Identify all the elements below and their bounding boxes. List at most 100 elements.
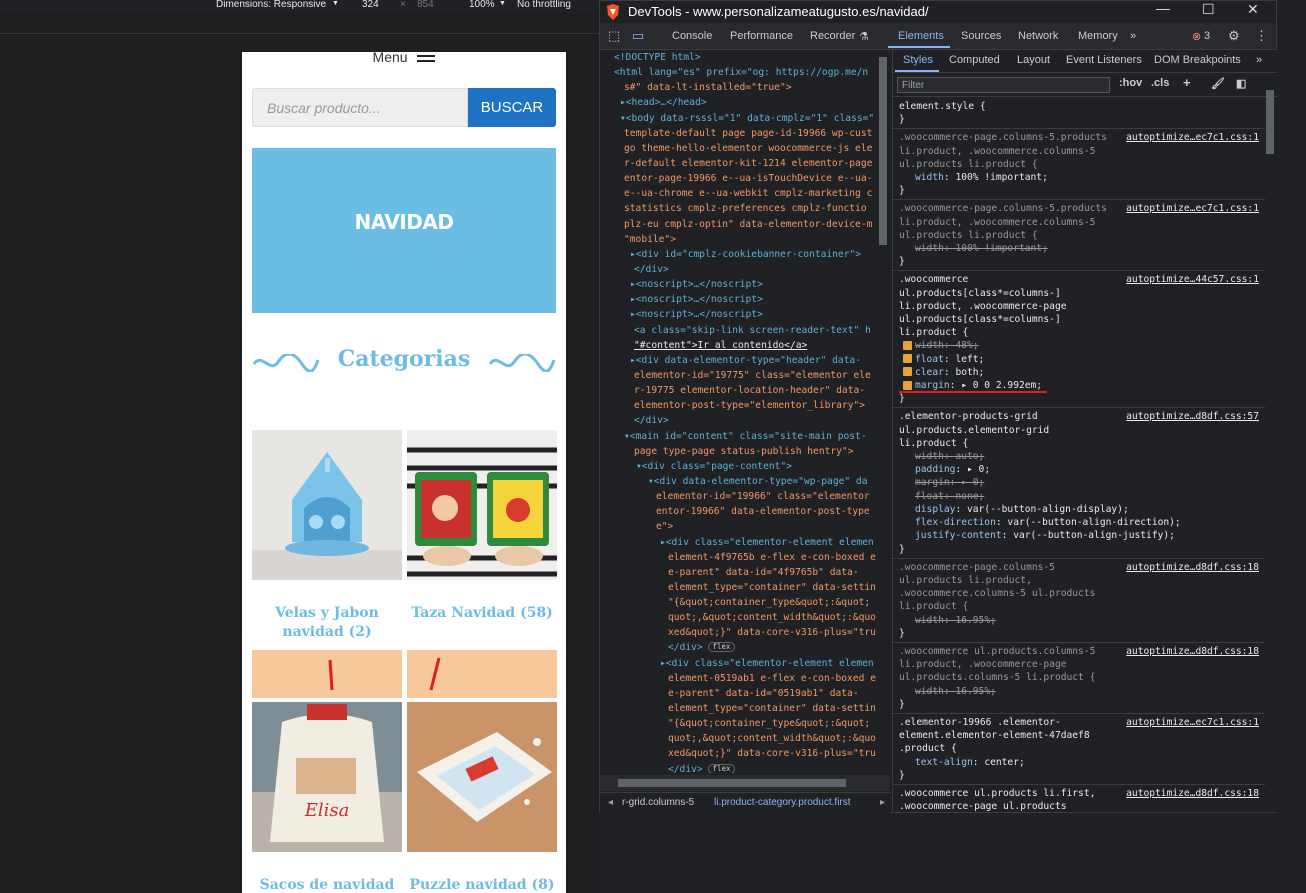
dom-node-line[interactable]: <!DOCTYPE html> (600, 50, 890, 65)
product-caption[interactable]: Velas y Jabon navidad (2) (250, 604, 404, 642)
search-button[interactable]: BUSCAR (468, 88, 556, 127)
tab-console[interactable]: Console (672, 30, 712, 42)
css-rule[interactable]: autoptimize…d8df.css:18 .woocommerce ul.p… (893, 785, 1265, 812)
subtab-event-listeners[interactable]: Event Listeners (1066, 54, 1142, 66)
css-declaration[interactable]: width: 16.95%; (899, 614, 1261, 627)
class-toggle[interactable]: .cls (1151, 77, 1169, 89)
dom-node-line[interactable]: ▸<div data-elementor-type="header" data- (600, 353, 890, 368)
breadcrumb-item[interactable]: r-grid.columns-5 (622, 797, 694, 808)
css-declaration[interactable]: margin: ▸ 0; (899, 476, 1261, 489)
dom-node-line[interactable]: xed&quot;}" data-core-v316-plus="tru (600, 746, 890, 761)
dom-node-line[interactable]: ▸<noscript>…</noscript> (600, 277, 890, 292)
tab-memory[interactable]: Memory (1078, 30, 1118, 42)
dom-node-line[interactable]: ▾<div data-elementor-type="wp-page" da (600, 474, 890, 489)
dom-node-line[interactable]: e"> (600, 519, 890, 534)
breadcrumb-item[interactable]: li.product-category.product.first (714, 797, 851, 808)
rule-source-link[interactable]: autoptimize…d8df.css:18 (1126, 787, 1259, 800)
breadcrumb-left-icon[interactable]: ◂ (608, 797, 613, 808)
css-declaration[interactable]: float: none; (899, 490, 1261, 503)
dom-node-line[interactable]: ▸<div class="elementor-element elemen (600, 656, 890, 671)
dom-node-line[interactable]: element-4f9765b e-flex e-con-boxed e (600, 550, 890, 565)
product-image-puzzle[interactable] (407, 702, 557, 852)
rule-source-link[interactable]: autoptimize…ec7c1.css:1 (1126, 716, 1259, 729)
dom-node-line[interactable]: <html lang="es" prefix="og: https://ogp.… (600, 65, 890, 80)
dom-node-line[interactable]: element-0519ab1 e-flex e-con-boxed e (600, 671, 890, 686)
flex-badge[interactable]: flex (708, 642, 735, 653)
dom-node-line[interactable]: "#content">Ir al contenido</a> (600, 338, 890, 353)
css-declaration[interactable]: margin: ▸ 0 0 2.992em; (899, 379, 1261, 394)
rule-source-link[interactable]: autoptimize…d8df.css:18 (1126, 561, 1259, 574)
product-image-taza[interactable] (407, 430, 557, 580)
breadcrumb-right-icon[interactable]: ▸ (880, 797, 885, 808)
tab-network[interactable]: Network (1018, 30, 1058, 42)
hover-state-toggle[interactable]: :hov (1119, 77, 1142, 89)
dom-node-line[interactable]: </div> flex (600, 762, 890, 773)
subtab-layout[interactable]: Layout (1017, 54, 1050, 66)
product-caption[interactable]: Puzzle navidad (8) (405, 876, 559, 893)
rule-source-link[interactable]: autoptimize…d8df.css:57 (1126, 410, 1259, 423)
css-rule[interactable]: autoptimize…44c57.css:1 .woocommerce ul.p… (893, 271, 1265, 409)
dom-node-line[interactable]: template-default page page-id-19966 wp-c… (600, 126, 890, 141)
dom-node-line[interactable]: elementor-id="19966" class="elementor (600, 489, 890, 504)
dom-node-line[interactable]: quot;,&quot;content_width&quot;:&quo (600, 731, 890, 746)
dom-node-line[interactable]: plz-eu cmplz-optin" data-elementor-devic… (600, 217, 890, 232)
minimize-icon[interactable]: — (1156, 0, 1170, 16)
new-rule-icon[interactable]: + (1183, 75, 1191, 90)
dom-node-line[interactable]: go theme-hello-elementor woocommerce-js … (600, 141, 890, 156)
css-declaration[interactable]: padding: ▸ 0; (899, 463, 1261, 476)
css-rule[interactable]: autoptimize…ec7c1.css:1 .woocommerce-page… (893, 129, 1265, 201)
tab-sources[interactable]: Sources (961, 30, 1001, 42)
css-declaration[interactable]: width: 100% !important; (899, 242, 1261, 255)
more-options-icon[interactable]: ⋮ (1255, 28, 1268, 44)
subtab-dom-breakpoints[interactable]: DOM Breakpoints (1154, 54, 1241, 66)
dom-node-line[interactable]: element_type="container" data-settin (600, 701, 890, 716)
dimensions-dropdown[interactable]: Dimensions: Responsive (216, 0, 326, 10)
maximize-icon[interactable]: ☐ (1202, 1, 1215, 18)
dom-node-line[interactable]: e--ua-chrome e--ua-webkit cmplz-marketin… (600, 186, 890, 201)
dom-node-line[interactable]: "mobile"> (600, 232, 890, 247)
rule-source-link[interactable]: autoptimize…ec7c1.css:1 (1126, 131, 1259, 144)
dom-node-line[interactable]: ▾<body data-rsssl="1" data-cmplz="1" cla… (600, 111, 890, 126)
product-image-velas[interactable] (252, 430, 402, 580)
dom-node-line[interactable]: quot;,&quot;content_width&quot;:&quo (600, 610, 890, 625)
more-subtabs-icon[interactable]: » (1256, 54, 1262, 66)
dom-node-line[interactable]: entor-page-19966 e--ua-isTouchDevice e--… (600, 171, 890, 186)
elements-horizontal-scrollbar[interactable] (600, 775, 890, 791)
rule-source-link[interactable]: autoptimize…44c57.css:1 (1126, 273, 1259, 286)
elements-tree[interactable]: <!DOCTYPE html> <html lang="es" prefix="o… (600, 50, 890, 773)
dom-node-line[interactable]: element_type="container" data-settin (600, 580, 890, 595)
dom-node-line[interactable]: ▸<div id="cmplz-cookiebanner-container"> (600, 247, 890, 262)
css-declaration[interactable]: clear: both; (899, 366, 1261, 379)
dom-node-line[interactable]: ▾<div class="page-content"> (600, 459, 890, 474)
css-rule[interactable]: autoptimize…d8df.css:18 .woocommerce ul.p… (893, 643, 1265, 714)
tab-recorder[interactable]: Recorder (810, 30, 855, 42)
declaration-checkbox-icon[interactable] (903, 367, 912, 377)
dom-node-line[interactable]: "{&quot;container_type&quot;:&quot; (600, 716, 890, 731)
width-input[interactable]: 324 (362, 0, 379, 10)
menu-toggle[interactable]: Menu (242, 52, 566, 66)
declaration-checkbox-icon[interactable] (903, 354, 912, 364)
flex-badge[interactable]: flex (708, 763, 735, 773)
dom-node-line[interactable]: <a class="skip-link screen-reader-text" … (600, 323, 890, 338)
dom-node-line[interactable]: ▸<div class="elementor-element elemen (600, 535, 890, 550)
elements-scrollbar-thumb[interactable] (879, 57, 887, 245)
dom-node-line[interactable]: entor-19966" data-elementor-post-type (600, 504, 890, 519)
css-rule[interactable]: autoptimize…ec7c1.css:1 .elementor-19966 … (893, 714, 1265, 785)
dom-node-line[interactable]: elementor-post-type="elementor_library"> (600, 398, 890, 413)
subtab-styles[interactable]: Styles (903, 54, 933, 66)
css-declaration[interactable]: justify-content: var(--button-align-just… (899, 529, 1261, 542)
dom-node-line[interactable]: </div> (600, 262, 890, 277)
search-input[interactable]: Buscar producto... (252, 88, 468, 127)
styles-scrollbar-thumb[interactable] (1266, 90, 1274, 154)
css-rule[interactable]: autoptimize…d8df.css:57 .elementor-produc… (893, 408, 1265, 559)
declaration-checkbox-icon[interactable] (903, 340, 912, 350)
dom-node-line[interactable]: ▸<head>…</head> (600, 95, 890, 110)
dom-node-line[interactable]: ▸<noscript>…</noscript> (600, 292, 890, 307)
css-declaration[interactable]: width: 48%; (899, 339, 1261, 352)
dom-node-line[interactable]: ▾<main id="content" class="site-main pos… (600, 429, 890, 444)
more-tabs-icon[interactable]: » (1130, 30, 1136, 42)
css-declaration[interactable]: text-align: center; (899, 756, 1261, 769)
tab-elements[interactable]: Elements (898, 30, 944, 42)
dom-node-line[interactable]: </div> flex (600, 640, 890, 655)
css-declaration[interactable]: display: var(--button-align-display); (899, 503, 1261, 516)
